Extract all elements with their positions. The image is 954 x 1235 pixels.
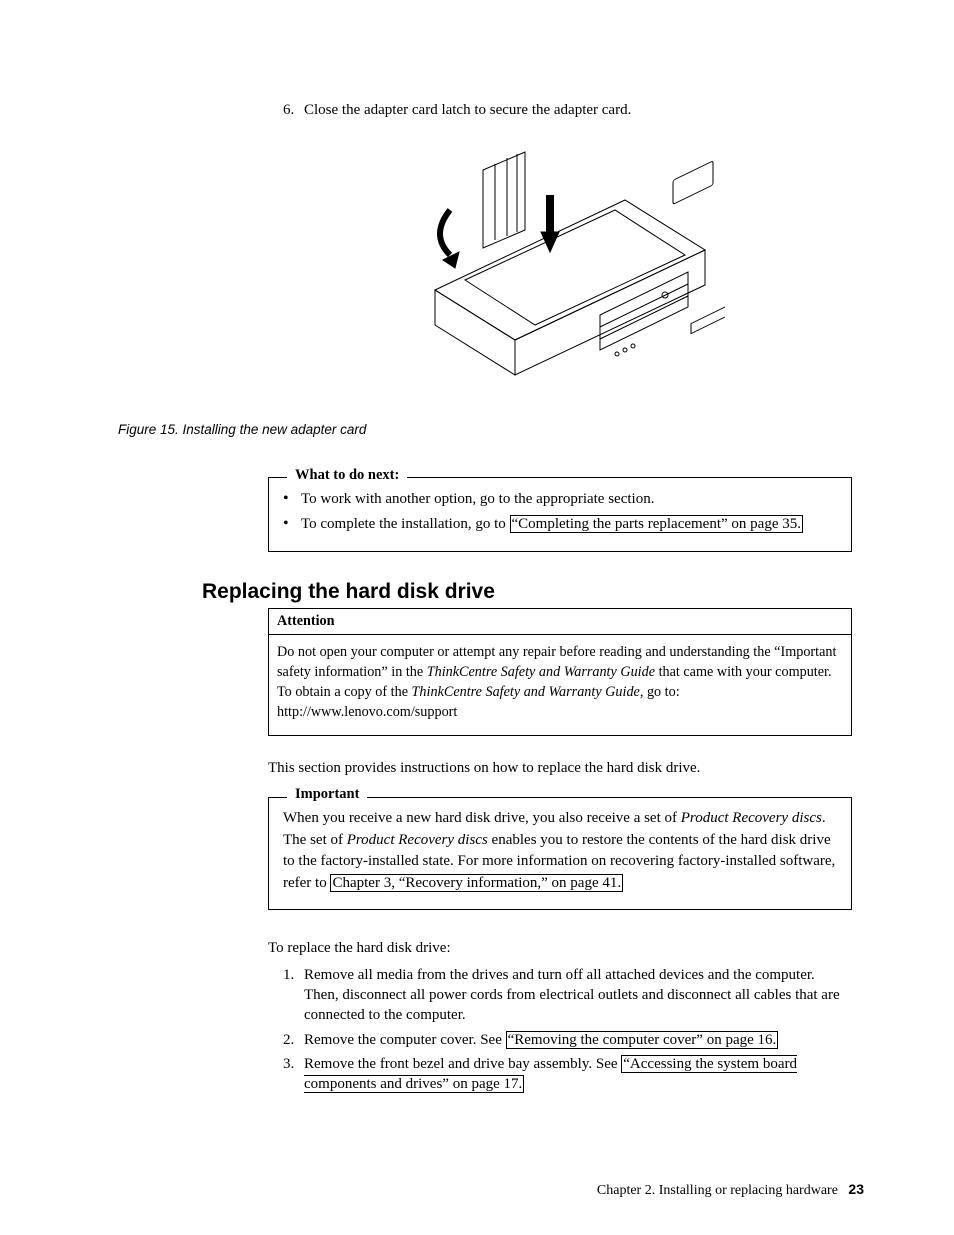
attention-body: Do not open your computer or attempt any… [269, 635, 851, 735]
attention-title: Attention [269, 609, 851, 635]
replace-steps-list: Remove all media from the drives and tur… [268, 965, 852, 1095]
whatnext-b2-prefix: To complete the installation, go to [301, 516, 510, 532]
replace-step-1: Remove all media from the drives and tur… [298, 965, 852, 1026]
replace-step-2: Remove the computer cover. See “Removing… [298, 1030, 852, 1050]
content-block: Close the adapter card latch to secure t… [268, 100, 852, 410]
important-legend: Important [287, 786, 367, 803]
attention-italic-d: ThinkCentre Safety and Warranty Guide [412, 684, 640, 700]
link-removing-computer-cover[interactable]: “Removing the computer cover” on page 16… [506, 1031, 779, 1049]
figure-caption: Figure 15. Installing the new adapter ca… [118, 422, 868, 437]
after-heading-block: Attention Do not open your computer or a… [268, 608, 852, 1094]
page-number: 23 [848, 1181, 864, 1197]
step3-prefix: Remove the front bezel and drive bay ass… [304, 1056, 621, 1072]
page-footer: Chapter 2. Installing or replacing hardw… [597, 1181, 864, 1199]
what-next-box: What to do next: To work with another op… [268, 477, 852, 552]
attention-box: Attention Do not open your computer or a… [268, 608, 852, 736]
link-chapter3-recovery[interactable]: Chapter 3, “Recovery information,” on pa… [330, 874, 623, 892]
important-a: When you receive a new hard disk drive, … [283, 810, 681, 826]
step-6: Close the adapter card latch to secure t… [298, 100, 852, 120]
what-next-list: To work with another option, go to the a… [283, 488, 837, 535]
replace-step-3: Remove the front bezel and drive bay ass… [298, 1054, 852, 1095]
figure-block [268, 140, 852, 410]
adapter-card-figure [395, 140, 725, 410]
section-heading-replacing-hdd: Replacing the hard disk drive [202, 580, 868, 604]
footer-chapter: Chapter 2. Installing or replacing hardw… [597, 1183, 838, 1198]
what-next-legend: What to do next: [287, 467, 407, 484]
whatnext-bullet-2: To complete the installation, go to “Com… [283, 513, 837, 536]
whatnext-bullet-1: To work with another option, go to the a… [283, 488, 837, 511]
important-d: Product Recovery discs [347, 832, 488, 848]
page-container: Close the adapter card latch to secure t… [0, 0, 954, 1235]
whatnext-wrap: What to do next: To work with another op… [268, 477, 852, 552]
to-replace-para: To replace the hard disk drive: [268, 938, 852, 959]
attention-italic-b: ThinkCentre Safety and Warranty Guide [427, 664, 655, 680]
important-box: Important When you receive a new hard di… [268, 797, 852, 910]
important-body: When you receive a new hard disk drive, … [283, 808, 837, 895]
ordered-list-adapter: Close the adapter card latch to secure t… [268, 100, 852, 120]
step2-prefix: Remove the computer cover. See [304, 1032, 506, 1048]
link-completing-parts-replacement[interactable]: “Completing the parts replacement” on pa… [510, 515, 803, 533]
intro-paragraph: This section provides instructions on ho… [268, 758, 852, 779]
important-b: Product Recovery discs [681, 810, 822, 826]
